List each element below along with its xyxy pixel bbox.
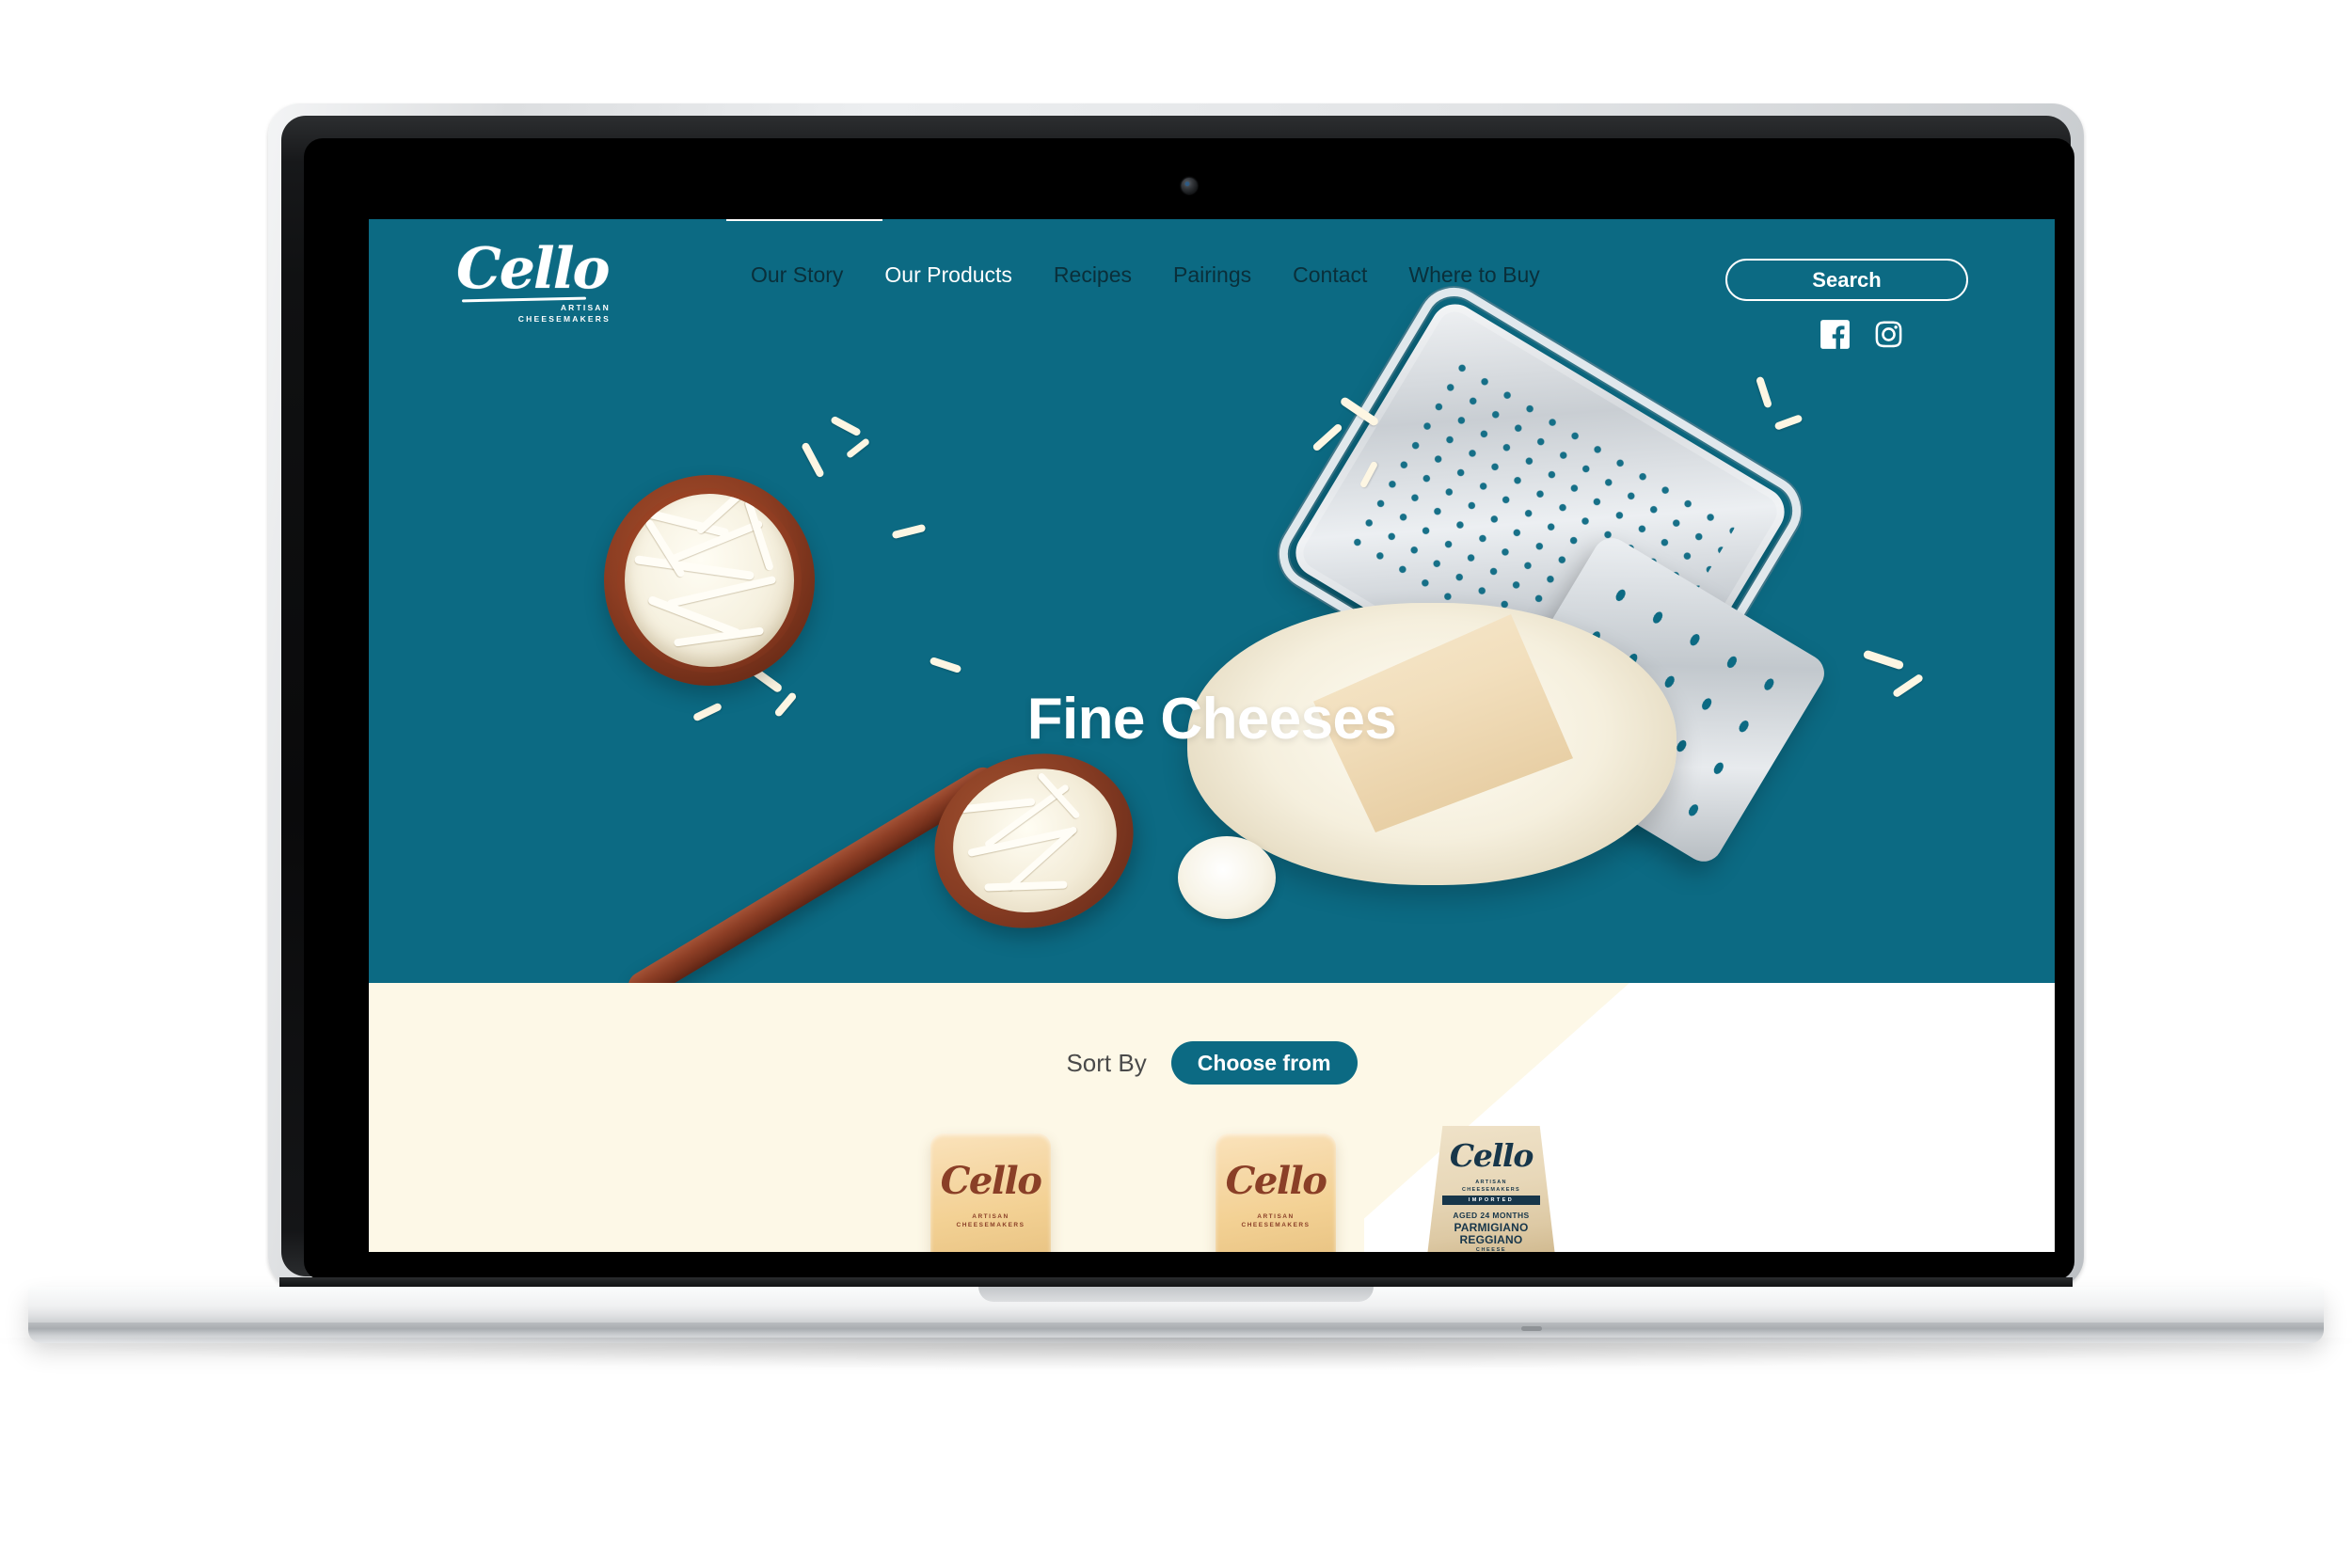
cheese-shred-fleck bbox=[830, 415, 862, 437]
aged-label: AGED 24 MONTHS bbox=[1453, 1211, 1530, 1220]
browser-viewport: Fine Cheeses Cello ARTISAN CHEESEMAKERS bbox=[369, 219, 2055, 1252]
brand-tagline-line1: ARTISAN bbox=[560, 303, 611, 312]
product-grid: Cello ARTISAN CHEESEMAKERS Cello ARTISAN… bbox=[369, 1124, 2055, 1252]
laptop-bezel: Fine Cheeses Cello ARTISAN CHEESEMAKERS bbox=[304, 138, 2074, 1280]
laptop-shadow bbox=[0, 1338, 2352, 1370]
package-tagline-line2: CHEESEMAKERS bbox=[1461, 1187, 1521, 1193]
page-title: Fine Cheeses bbox=[1026, 687, 1397, 752]
facebook-icon[interactable] bbox=[1818, 317, 1852, 352]
package-brand-wordmark: Cello bbox=[1225, 1159, 1327, 1203]
product-card[interactable]: Cello ARTISAN CHEESEMAKERS bbox=[1216, 1124, 1336, 1252]
shredded-cheese-texture bbox=[625, 494, 794, 667]
package-tagline-line2: CHEESEMAKERS bbox=[1241, 1222, 1311, 1228]
spoon-bowl bbox=[912, 728, 1156, 954]
sort-by-label: Sort By bbox=[1066, 1048, 1147, 1077]
package-tagline-line1: ARTISAN bbox=[1257, 1213, 1295, 1220]
product-name-line2: REGGIANO bbox=[1459, 1233, 1523, 1246]
brand-tagline-line2: CHEESEMAKERS bbox=[517, 314, 611, 324]
nav-item-pairings[interactable]: Pairings bbox=[1152, 261, 1272, 289]
product-card[interactable]: Cello ARTISAN CHEESEMAKERS IMPORTED AGED… bbox=[1427, 1124, 1555, 1252]
cheese-shred-fleck bbox=[845, 437, 871, 459]
wooden-spoon-image bbox=[623, 728, 1276, 983]
nav-item-where-to-buy[interactable]: Where to Buy bbox=[1388, 261, 1560, 289]
laptop-lid-inner: Fine Cheeses Cello ARTISAN CHEESEMAKERS bbox=[281, 116, 2074, 1280]
package-tagline-line1: ARTISAN bbox=[972, 1213, 1009, 1220]
cheese-block-package: Cello ARTISAN CHEESEMAKERS bbox=[1216, 1133, 1336, 1252]
brand-logo[interactable]: Cello ARTISAN CHEESEMAKERS bbox=[456, 240, 614, 330]
primary-navigation: Our Story Our Products Recipes Pairings … bbox=[730, 261, 1561, 289]
package-brand-tagline: ARTISAN CHEESEMAKERS bbox=[930, 1212, 1051, 1229]
social-links bbox=[1818, 317, 1906, 352]
sort-controls: Sort By Choose from bbox=[369, 1041, 2055, 1085]
screenshot-stage: Fine Cheeses Cello ARTISAN CHEESEMAKERS bbox=[0, 0, 2352, 1568]
hero-section: Fine Cheeses Cello ARTISAN CHEESEMAKERS bbox=[369, 219, 2055, 983]
package-brand-tagline: ARTISAN CHEESEMAKERS bbox=[1216, 1212, 1336, 1229]
product-name: PARMIGIANO REGGIANO bbox=[1427, 1222, 1555, 1246]
nav-item-our-products[interactable]: Our Products bbox=[864, 261, 1033, 289]
laptop-lid: Fine Cheeses Cello ARTISAN CHEESEMAKERS bbox=[268, 103, 2084, 1289]
cheese-shred-fleck bbox=[801, 441, 825, 479]
sort-by-dropdown[interactable]: Choose from bbox=[1170, 1041, 1358, 1085]
product-type-label: CHEESE bbox=[1475, 1247, 1507, 1252]
nav-item-contact[interactable]: Contact bbox=[1272, 261, 1388, 289]
cheese-shred-fleck bbox=[891, 523, 927, 540]
package-brand-tagline: ARTISAN CHEESEMAKERS bbox=[1427, 1179, 1555, 1194]
package-brand-wordmark: Cello bbox=[1449, 1137, 1534, 1174]
brand-wordmark: Cello bbox=[456, 240, 614, 298]
package-tagline-line1: ARTISAN bbox=[1475, 1180, 1507, 1185]
laptop-base-foot bbox=[1521, 1326, 1542, 1331]
bowl-of-shredded-cheese-image bbox=[604, 475, 815, 686]
imported-banner: IMPORTED bbox=[1442, 1196, 1540, 1205]
nav-item-recipes[interactable]: Recipes bbox=[1033, 261, 1152, 289]
products-section: Sort By Choose from Cello ARTISAN CHEESE… bbox=[369, 983, 2055, 1252]
parmigiano-reggiano-package: Cello ARTISAN CHEESEMAKERS IMPORTED AGED… bbox=[1427, 1126, 1555, 1252]
package-brand-wordmark: Cello bbox=[940, 1159, 1042, 1203]
our-products-dropdown-panel[interactable] bbox=[726, 219, 882, 221]
nav-item-our-story[interactable]: Our Story bbox=[730, 261, 864, 289]
product-card[interactable]: Cello ARTISAN CHEESEMAKERS bbox=[930, 1124, 1051, 1252]
instagram-icon[interactable] bbox=[1871, 317, 1906, 352]
cheese-block-package: Cello ARTISAN CHEESEMAKERS bbox=[930, 1133, 1051, 1252]
laptop-device: Fine Cheeses Cello ARTISAN CHEESEMAKERS bbox=[0, 103, 2352, 1370]
site-header: Cello ARTISAN CHEESEMAKERS Our Story Our… bbox=[369, 219, 2055, 349]
cheese-shred-fleck bbox=[929, 656, 962, 674]
search-button[interactable]: Search bbox=[1725, 259, 1968, 301]
laptop-base-notch bbox=[978, 1287, 1374, 1302]
box-grater-with-cheese-image bbox=[1187, 274, 1883, 932]
package-tagline-line2: CHEESEMAKERS bbox=[956, 1222, 1025, 1228]
small-cheese-pile bbox=[1178, 836, 1276, 919]
webcam-icon bbox=[1181, 178, 1198, 194]
brand-tagline: ARTISAN CHEESEMAKERS bbox=[518, 302, 611, 325]
